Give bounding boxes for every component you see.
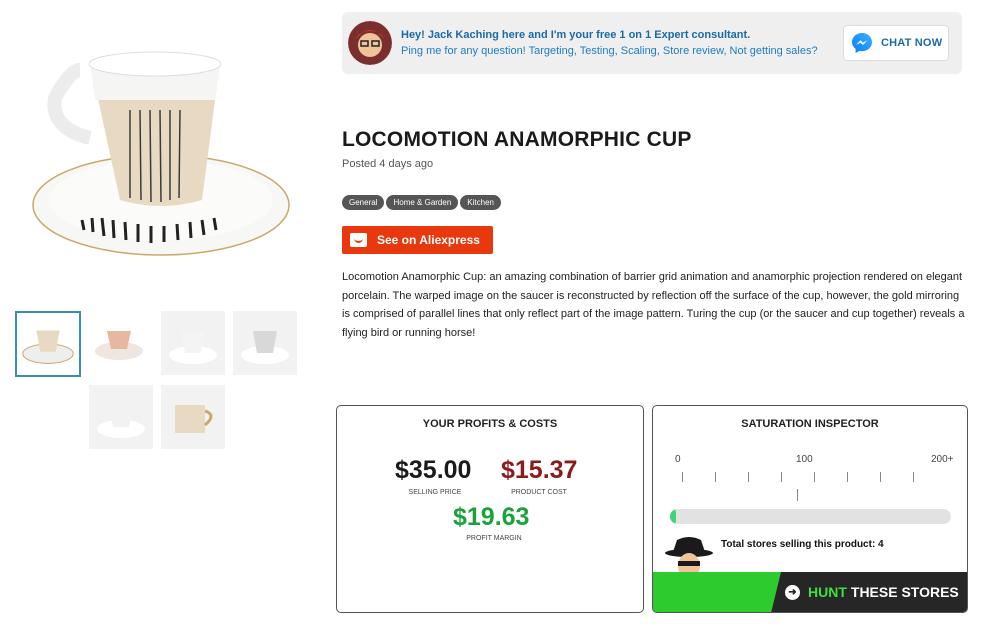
product-description: Locomotion Anamorphic Cup: an amazing co… bbox=[342, 271, 965, 339]
thumbnail-6[interactable] bbox=[161, 385, 225, 449]
avatar bbox=[348, 21, 392, 65]
hunt-word-highlight: HUNT bbox=[808, 584, 847, 600]
thumbnail-3[interactable] bbox=[161, 311, 225, 375]
chat-now-button[interactable]: CHAT NOW bbox=[843, 25, 949, 61]
tag-list: General Home & Garden Kitchen bbox=[342, 195, 501, 210]
cup-image bbox=[32, 51, 290, 256]
scale-marker bbox=[797, 489, 798, 501]
messenger-icon bbox=[852, 33, 872, 53]
scale-tick bbox=[913, 472, 914, 482]
banner-headline: Hey! Jack Kaching here and I'm your free… bbox=[401, 29, 751, 41]
scale-tick bbox=[748, 472, 749, 482]
tag-general[interactable]: General bbox=[342, 195, 385, 210]
scale-tick bbox=[682, 472, 683, 482]
selling-price: $35.00 bbox=[395, 456, 472, 484]
scale-tick bbox=[880, 472, 881, 482]
tag-home-garden[interactable]: Home & Garden bbox=[386, 195, 459, 210]
scale-min-label: 0 bbox=[675, 454, 681, 465]
stores-count: Total stores selling this product: 4 bbox=[721, 539, 884, 550]
hunt-bar-accent bbox=[653, 572, 781, 612]
product-cost-label: PRODUCT COST bbox=[511, 489, 567, 496]
consultant-banner: Hey! Jack Kaching here and I'm your free… bbox=[342, 12, 962, 74]
scale-tick bbox=[847, 472, 848, 482]
hunt-word-rest: THESE STORES bbox=[850, 584, 959, 600]
profits-title: YOUR PROFITS & COSTS bbox=[422, 418, 558, 430]
profit-margin-label: PROFIT MARGIN bbox=[466, 535, 522, 542]
tag-kitchen[interactable]: Kitchen bbox=[460, 195, 501, 210]
product-cost: $15.37 bbox=[501, 456, 578, 484]
see-on-aliexpress-button[interactable]: See on Aliexpress bbox=[342, 226, 493, 254]
thumbnail-1[interactable] bbox=[15, 311, 81, 377]
posted-date: Posted 4 days ago bbox=[342, 158, 434, 170]
scale-max-label: 200+ bbox=[931, 454, 954, 465]
profits-costs-panel: YOUR PROFITS & COSTS $35.00 SELLING PRIC… bbox=[336, 405, 644, 613]
aliexpress-label: See on Aliexpress bbox=[377, 233, 480, 247]
profit-margin: $19.63 bbox=[453, 503, 530, 531]
scale-tick bbox=[814, 472, 815, 482]
arrow-right-icon: ➜ bbox=[785, 584, 800, 600]
thumbnail-5[interactable] bbox=[89, 385, 153, 449]
scale-tick bbox=[781, 472, 782, 482]
banner-subline: Ping me for any question! Targeting, Tes… bbox=[401, 45, 818, 57]
aliexpress-bag-icon bbox=[350, 233, 367, 247]
product-title: LOCOMOTION ANAMORPHIC CUP bbox=[342, 128, 692, 151]
hunt-label: ➜ HUNT THESE STORES bbox=[785, 584, 959, 600]
selling-price-label: SELLING PRICE bbox=[408, 489, 462, 496]
product-main-image bbox=[30, 50, 292, 270]
chat-now-label: CHAT NOW bbox=[881, 37, 943, 49]
scale-mid-label: 100 bbox=[796, 454, 813, 465]
saturation-title: SATURATION INSPECTOR bbox=[741, 418, 879, 430]
saturation-bar-fill bbox=[670, 509, 676, 524]
thumbnail-2[interactable] bbox=[89, 311, 153, 375]
thumbnail-4[interactable] bbox=[233, 311, 297, 375]
saturation-inspector-panel: SATURATION INSPECTOR 0 100 200+ Total st… bbox=[652, 405, 968, 613]
scale-tick bbox=[715, 472, 716, 482]
hunt-these-stores-button[interactable]: ➜ HUNT THESE STORES bbox=[653, 572, 967, 612]
saturation-bar bbox=[670, 509, 951, 524]
